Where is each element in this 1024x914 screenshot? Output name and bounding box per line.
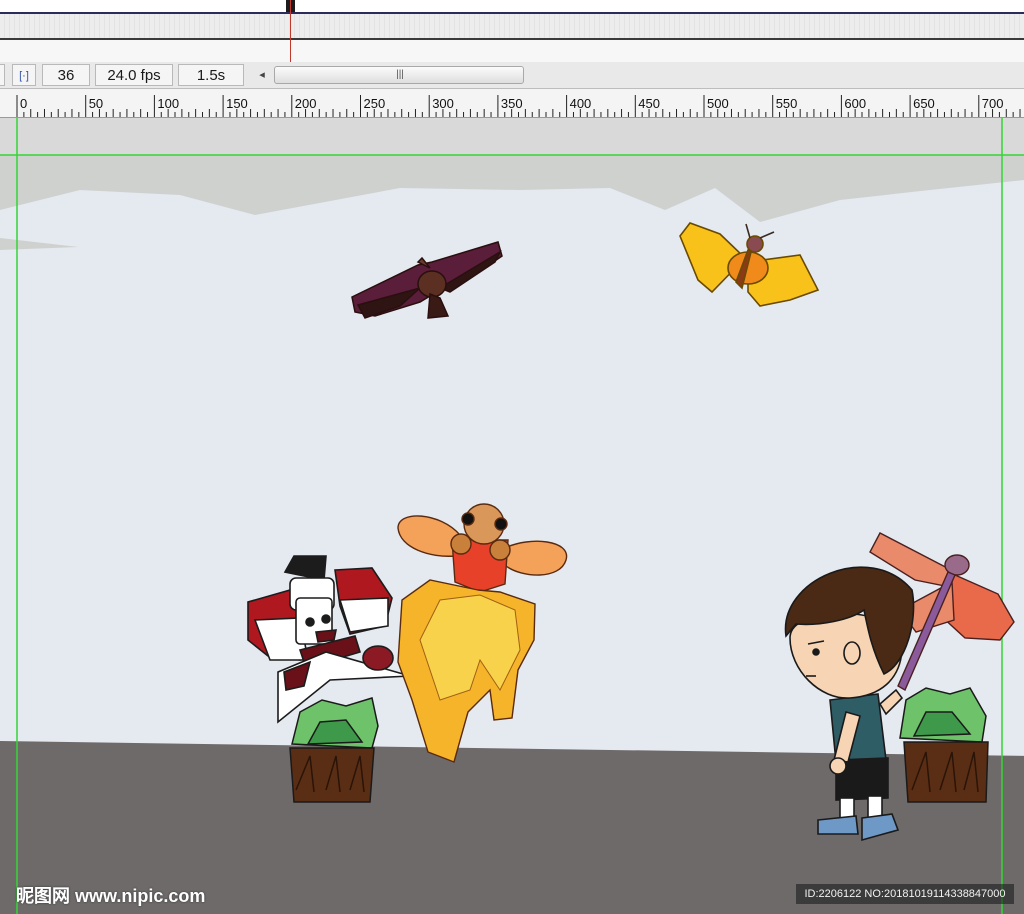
ruler-label: 450 <box>638 96 660 111</box>
onion-skin-button[interactable] <box>0 64 5 86</box>
playhead-line <box>290 0 291 62</box>
stage[interactable] <box>0 118 1024 914</box>
center-frame-icon: [·] <box>19 70 29 82</box>
ruler-label: 300 <box>432 96 454 111</box>
ruler-label: 600 <box>844 96 866 111</box>
elapsed-time-field[interactable]: 1.5s <box>178 64 244 86</box>
ruler-label: 150 <box>226 96 248 111</box>
ruler-label: 50 <box>89 96 103 111</box>
timeline-layer-empty[interactable] <box>0 40 1024 62</box>
timeline[interactable] <box>0 0 1024 63</box>
center-frame-button[interactable]: [·] <box>12 64 36 86</box>
timeline-layer-top[interactable] <box>0 0 1024 14</box>
current-frame-field[interactable]: 36 <box>42 64 90 86</box>
ruler-label: 350 <box>501 96 523 111</box>
grip-icon[interactable]: ||| <box>393 68 407 82</box>
ruler-label: 100 <box>157 96 179 111</box>
ruler-label: 700 <box>982 96 1004 111</box>
ruler-label: 550 <box>776 96 798 111</box>
chevron-left-icon: ◂ <box>259 69 265 81</box>
timeline-layer-frames[interactable] <box>0 14 1024 40</box>
potted-plant-left[interactable] <box>289 697 379 803</box>
watermark-left: 昵图网 www.nipic.com <box>16 886 206 906</box>
horizontal-ruler: 0 50 100 150 200 250 300 350 400 450 500 550 600 650 7… <box>0 89 1024 118</box>
ruler-label: 400 <box>570 96 592 111</box>
animation-editor: [·] 36 24.0 fps 1.5s ◂ ||| 0 50 100 150 200 2… <box>0 0 1024 914</box>
ruler-label: 250 <box>364 96 386 111</box>
frame-rate-field[interactable]: 24.0 fps <box>95 64 173 86</box>
ruler-label: 500 <box>707 96 729 111</box>
timeline-status-bar: [·] 36 24.0 fps 1.5s ◂ ||| <box>0 62 1024 89</box>
stage-canvas[interactable] <box>0 118 1024 914</box>
ruler-major-ticks: 0 50 100 150 200 250 300 350 400 450 500 550 600 650 7… <box>20 96 1004 111</box>
watermark-right: ID:2206122 NO:20181019114338847000 <box>796 884 1014 904</box>
ruler-label: 650 <box>913 96 935 111</box>
scroll-left-button[interactable]: ◂ <box>252 64 272 86</box>
ruler-label: 0 <box>20 96 27 111</box>
potted-plant-right[interactable] <box>899 687 989 803</box>
timeline-scrollbar[interactable]: ||| <box>274 66 524 84</box>
ruler-label: 200 <box>295 96 317 111</box>
ruler-ticks: 0 50 100 150 200 250 300 350 400 450 500 550 600 650 7… <box>16 95 1021 117</box>
